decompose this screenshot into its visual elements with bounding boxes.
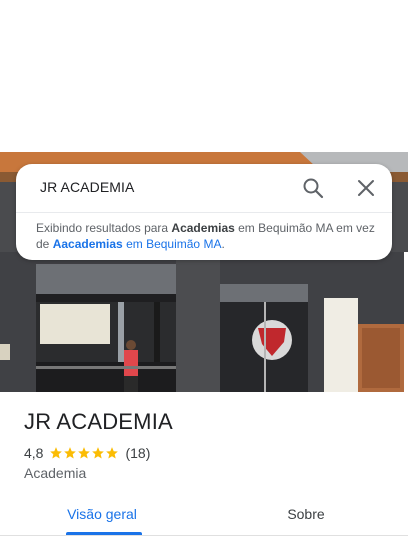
tab-about[interactable]: Sobre: [204, 492, 408, 536]
place-title: JR ACADEMIA: [24, 409, 173, 434]
original-term: Aacademias: [52, 237, 123, 251]
notice-term: Academias: [171, 221, 235, 235]
star-rating: [49, 446, 119, 460]
map-blank-area: [0, 0, 408, 152]
tab-about-label: Sobre: [287, 506, 325, 522]
search-icon[interactable]: [302, 177, 324, 199]
close-icon[interactable]: [355, 177, 377, 199]
rating-row[interactable]: 4,8 (18): [24, 444, 150, 462]
tabs-divider: [0, 535, 408, 536]
notice-prefix: Exibindo resultados para: [36, 221, 172, 235]
notice-suffix: .: [221, 237, 225, 251]
spelling-notice: Exibindo resultados para Academias em Be…: [36, 220, 376, 252]
search-input[interactable]: JR ACADEMIA: [40, 179, 134, 195]
star-icon: [64, 447, 77, 459]
star-icon: [92, 447, 105, 459]
search-divider: [16, 212, 392, 213]
rating-value: 4,8: [24, 445, 44, 461]
place-category[interactable]: Academia: [24, 465, 86, 481]
search-card: JR ACADEMIA Exibindo resultados para Aca…: [16, 164, 392, 260]
original-query-link[interactable]: Aacademias em Bequimão MA: [53, 237, 222, 251]
place-tabs: Visão geral Sobre: [0, 492, 408, 536]
review-count[interactable]: (18): [125, 445, 150, 461]
tab-overview-label: Visão geral: [67, 506, 137, 522]
tab-overview[interactable]: Visão geral: [0, 492, 204, 536]
search-bar[interactable]: JR ACADEMIA: [16, 164, 392, 212]
star-icon: [106, 447, 119, 459]
star-icon: [78, 447, 91, 459]
star-icon: [50, 447, 63, 459]
original-location: em Bequimão MA: [122, 237, 222, 251]
